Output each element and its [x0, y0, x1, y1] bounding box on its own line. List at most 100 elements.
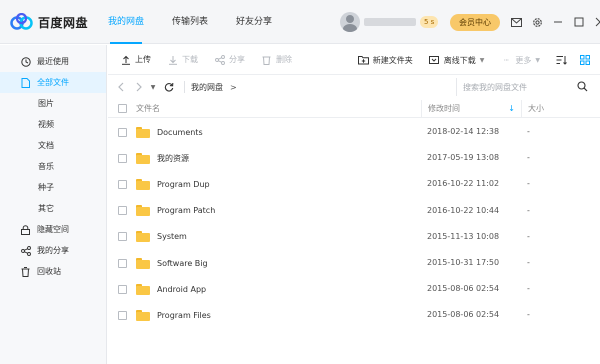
file-name[interactable]: Android App	[157, 285, 206, 294]
file-icon	[20, 77, 31, 88]
sidebar-item-label: 我的分享	[37, 246, 69, 255]
sort-button[interactable]	[556, 55, 571, 66]
column-header-size[interactable]: 大小	[521, 99, 600, 118]
gear-icon[interactable]	[531, 16, 543, 28]
sidebar-item-images[interactable]: 图片	[0, 93, 106, 114]
folder-icon	[136, 309, 150, 321]
app-title: 百度网盘	[38, 15, 89, 30]
folder-icon	[136, 283, 150, 295]
table-row[interactable]: Android App 2015-08-06 02:54 -	[108, 276, 600, 302]
file-time: 2018-02-14 12:38	[427, 127, 500, 137]
column-header-name[interactable]: 文件名	[136, 103, 421, 114]
tab-my-drive[interactable]: 我的网盘	[108, 0, 144, 44]
search-icon[interactable]	[577, 81, 588, 94]
close-icon[interactable]	[594, 16, 600, 28]
tab-friend-share[interactable]: 好友分享	[236, 0, 272, 44]
table-row[interactable]: Program Files 2015-08-06 02:54 -	[108, 302, 600, 328]
share-icon	[214, 54, 225, 65]
table-row[interactable]: System 2015-11-13 10:08 -	[108, 224, 600, 250]
column-header-time[interactable]: 修改时间 ↓	[421, 99, 521, 118]
share-icon	[20, 245, 31, 256]
table-row[interactable]: Documents 2018-02-14 12:38 -	[108, 119, 600, 145]
forward-arrow-icon[interactable]	[134, 81, 144, 93]
file-name[interactable]: Program Patch	[157, 206, 215, 215]
sidebar-item-recycle-bin[interactable]: 回收站	[0, 261, 106, 282]
file-name[interactable]: System	[157, 232, 187, 241]
row-checkbox[interactable]	[117, 232, 127, 242]
sidebar-item-torrents[interactable]: 种子	[0, 177, 106, 198]
file-size: -	[527, 258, 530, 268]
row-checkbox[interactable]	[117, 206, 127, 216]
table-row[interactable]: Software Big 2015-10-31 17:50 -	[108, 250, 600, 276]
minimize-icon[interactable]	[552, 16, 564, 28]
upload-button[interactable]: 上传	[120, 54, 151, 65]
row-checkbox[interactable]	[117, 284, 127, 294]
breadcrumb-separator: >	[230, 82, 237, 92]
row-checkbox[interactable]	[117, 127, 127, 137]
row-checkbox[interactable]	[117, 310, 127, 320]
file-time: 2015-08-06 02:54	[427, 284, 500, 294]
sidebar-item-label: 隐藏空间	[37, 225, 69, 234]
chevron-down-icon: ▼	[535, 56, 540, 64]
breadcrumb-my-drive[interactable]: 我的网盘	[191, 82, 223, 93]
username-blurred[interactable]	[364, 18, 416, 26]
file-size: -	[527, 231, 530, 241]
download-button[interactable]: 下载	[167, 54, 198, 65]
folder-icon	[136, 205, 150, 217]
sidebar-item-other[interactable]: 其它	[0, 198, 106, 219]
lock-icon	[20, 224, 31, 235]
history-dropdown-icon[interactable]: ▼	[150, 81, 156, 93]
app-logo: 百度网盘	[10, 12, 88, 32]
mail-icon[interactable]	[510, 16, 522, 28]
more-button[interactable]: ··· 更多 ▼	[500, 55, 540, 66]
main-nav: 我的网盘 传输列表 好友分享	[108, 0, 300, 44]
toolbar: 上传 下载 分享 删除 新建文件夹 离线下载 ▼ ··· 更多 ▼	[108, 45, 600, 75]
table-row[interactable]: Program Dup 2016-10-22 11:02 -	[108, 171, 600, 197]
file-name[interactable]: Software Big	[157, 259, 208, 268]
level-badge: 5 s	[420, 16, 439, 28]
new-folder-button[interactable]: 新建文件夹	[357, 55, 413, 66]
row-checkbox[interactable]	[117, 153, 127, 163]
row-checkbox[interactable]	[117, 179, 127, 189]
grid-view-button[interactable]	[579, 55, 594, 66]
sidebar-item-recent[interactable]: 最近使用	[0, 51, 106, 72]
sidebar-item-label: 全部文件	[37, 78, 69, 87]
toolbar-right: 新建文件夹 离线下载 ▼ ··· 更多 ▼	[357, 45, 600, 75]
file-size: -	[527, 153, 530, 163]
file-name[interactable]: Program Dup	[157, 180, 210, 189]
file-name[interactable]: Program Files	[157, 311, 211, 320]
trash-icon	[261, 54, 272, 65]
trash-icon	[20, 266, 31, 277]
file-time: 2015-11-13 10:08	[427, 231, 500, 241]
table-row[interactable]: Program Patch 2016-10-22 10:44 -	[108, 198, 600, 224]
user-area[interactable]: 5 s	[340, 11, 439, 33]
sidebar-item-my-shares[interactable]: 我的分享	[0, 240, 106, 261]
avatar[interactable]	[340, 12, 360, 32]
file-name[interactable]: 我的资源	[157, 153, 189, 164]
file-time: 2016-10-22 10:44	[427, 205, 500, 215]
back-arrow-icon[interactable]	[116, 81, 126, 93]
sidebar-item-all-files[interactable]: 全部文件	[0, 72, 106, 93]
file-size: -	[527, 284, 530, 294]
delete-button[interactable]: 删除	[261, 54, 292, 65]
clock-icon	[20, 56, 31, 67]
file-name[interactable]: Documents	[157, 128, 203, 137]
offline-download-button[interactable]: 离线下载 ▼	[429, 55, 484, 66]
tab-transfer-list[interactable]: 传输列表	[172, 0, 208, 44]
sidebar-item-hidden-space[interactable]: 隐藏空间	[0, 219, 106, 240]
maximize-icon[interactable]	[573, 16, 585, 28]
vip-center-button[interactable]: 会员中心	[450, 14, 500, 31]
row-checkbox[interactable]	[117, 258, 127, 268]
sidebar-item-music[interactable]: 音乐	[0, 156, 106, 177]
table-row[interactable]: 我的资源 2017-05-19 13:08 -	[108, 145, 600, 171]
refresh-icon[interactable]	[164, 81, 174, 93]
select-all-checkbox[interactable]	[117, 104, 127, 113]
divider	[184, 81, 185, 93]
sidebar-item-documents[interactable]: 文档	[0, 135, 106, 156]
top-icons	[510, 16, 600, 28]
search-input[interactable]	[463, 82, 573, 92]
share-button[interactable]: 分享	[214, 54, 245, 65]
sidebar-item-videos[interactable]: 视频	[0, 114, 106, 135]
folder-icon	[136, 231, 150, 243]
upload-icon	[120, 54, 131, 65]
